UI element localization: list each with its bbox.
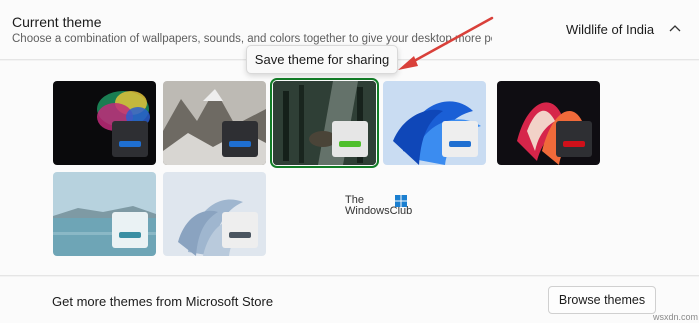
accent-color-bar	[563, 141, 585, 147]
accent-color-bar	[449, 141, 471, 147]
theme-tile-windows-light[interactable]	[383, 81, 486, 165]
save-theme-tooltip[interactable]: Save theme for sharing	[246, 45, 398, 74]
theme-tile-glow[interactable]	[53, 81, 156, 165]
theme-tile-sunrise[interactable]	[53, 172, 156, 256]
theme-preview-window	[332, 121, 368, 157]
current-theme-name: Wildlife of India	[566, 22, 655, 37]
theme-preview-window	[222, 212, 258, 248]
accent-color-bar	[119, 141, 141, 147]
watermark-line2: WindowsClub	[345, 205, 413, 217]
store-themes-label: Get more themes from Microsoft Store	[52, 294, 274, 309]
windowsclub-logo-icon	[395, 195, 407, 207]
theme-preview-window	[442, 121, 478, 157]
section-description: Choose a combination of wallpapers, soun…	[12, 33, 492, 45]
theme-gallery: The WindowsClub	[0, 61, 699, 276]
accent-color-bar	[229, 232, 251, 238]
theme-preview-window	[112, 121, 148, 157]
theme-preview-window	[556, 121, 592, 157]
accent-color-bar	[229, 141, 251, 147]
watermark: The WindowsClub	[345, 195, 415, 219]
theme-preview-window	[222, 121, 258, 157]
theme-tile-wildlife-of-india[interactable]	[270, 78, 379, 168]
theme-tile-captured-motion[interactable]	[497, 81, 600, 165]
theme-preview-window	[112, 212, 148, 248]
theme-tile-flow[interactable]	[163, 172, 266, 256]
site-watermark: wsxdn.com	[653, 312, 699, 322]
accent-color-bar	[339, 141, 361, 147]
accent-color-bar	[119, 232, 141, 238]
browse-themes-button[interactable]: Browse themes	[548, 286, 656, 314]
section-title: Current theme	[12, 14, 102, 30]
theme-tile-mountains[interactable]	[163, 81, 266, 165]
chevron-up-icon[interactable]	[668, 22, 682, 36]
